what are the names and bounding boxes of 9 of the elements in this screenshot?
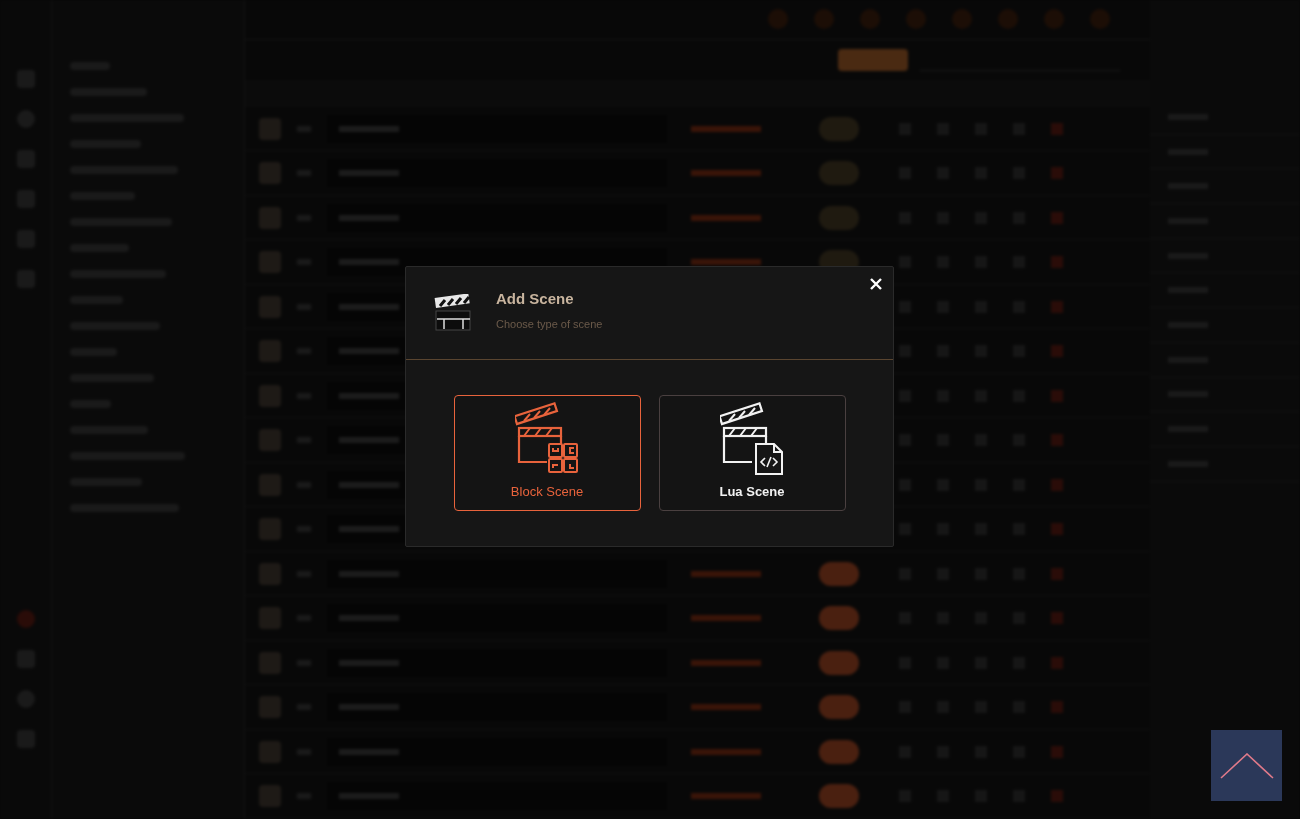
close-icon	[870, 278, 882, 290]
dialog-title: Add Scene	[496, 288, 575, 309]
clapperboard-icon	[434, 294, 474, 332]
clapperboard-code-file-icon	[720, 402, 784, 476]
scene-type-option[interactable]: Lua Scene	[658, 395, 846, 511]
clapperboard-blocks-icon	[515, 402, 579, 476]
chevron-up-icon	[1219, 752, 1274, 779]
dialog-subtitle: Choose type of scene	[496, 317, 603, 332]
scene-type-option[interactable]: Block Scene	[453, 395, 641, 511]
